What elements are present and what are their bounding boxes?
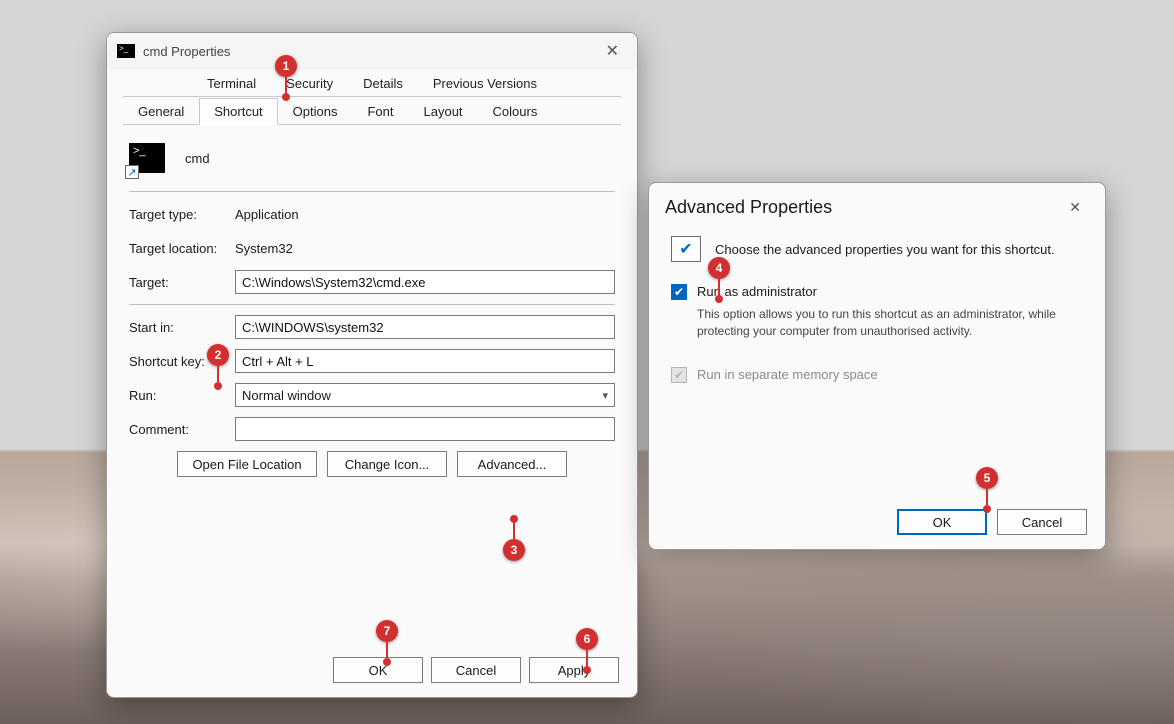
tab-general[interactable]: General — [123, 98, 199, 125]
tab-shortcut[interactable]: Shortcut — [199, 98, 277, 125]
advanced-hint-row: ✔ Choose the advanced properties you wan… — [671, 236, 1083, 262]
start-in-input[interactable] — [235, 315, 615, 339]
title-bar[interactable]: cmd Properties ✕ — [107, 33, 637, 69]
start-in-label: Start in: — [129, 320, 235, 335]
apply-button[interactable]: Apply — [529, 657, 619, 683]
separate-memory-checkbox: ✔ — [671, 367, 687, 383]
run-as-admin-option[interactable]: ✔ Run as administrator — [671, 284, 1083, 300]
cmd-icon — [117, 44, 135, 58]
advanced-properties-dialog: Advanced Properties ✕ ✔ Choose the advan… — [648, 182, 1106, 550]
advanced-title: Advanced Properties — [665, 197, 832, 218]
change-icon-button[interactable]: Change Icon... — [327, 451, 447, 477]
tabs: Terminal Security Details Previous Versi… — [123, 69, 621, 125]
annotation-marker-6: 6 — [576, 628, 598, 650]
shortcut-tab-content: ↗ cmd Target type: Application Target lo… — [107, 125, 637, 491]
target-type-value: Application — [235, 207, 299, 222]
shield-check-icon: ✔ — [671, 236, 701, 262]
annotation-marker-5: 5 — [976, 467, 998, 489]
ok-button[interactable]: OK — [333, 657, 423, 683]
shortcut-file-icon: ↗ — [129, 143, 165, 173]
tab-font[interactable]: Font — [352, 98, 408, 125]
tab-options[interactable]: Options — [278, 98, 353, 125]
tab-colours[interactable]: Colours — [478, 98, 553, 125]
run-select-value: Normal window — [242, 388, 331, 403]
separator — [129, 191, 615, 192]
annotation-marker-7: 7 — [376, 620, 398, 642]
item-name: cmd — [185, 151, 210, 166]
separator — [129, 304, 615, 305]
advanced-ok-button[interactable]: OK — [897, 509, 987, 535]
separate-memory-option: ✔ Run in separate memory space — [671, 367, 1083, 383]
shortcut-arrow-overlay-icon: ↗ — [125, 165, 139, 179]
cmd-properties-dialog: cmd Properties ✕ Terminal Security Detai… — [106, 32, 638, 698]
run-as-admin-description: This option allows you to run this short… — [697, 306, 1057, 341]
annotation-marker-3: 3 — [503, 539, 525, 561]
tab-layout[interactable]: Layout — [409, 98, 478, 125]
comment-input[interactable] — [235, 417, 615, 441]
target-location-value: System32 — [235, 241, 293, 256]
separate-memory-label: Run in separate memory space — [697, 367, 878, 382]
cancel-button[interactable]: Cancel — [431, 657, 521, 683]
target-type-label: Target type: — [129, 207, 235, 222]
run-as-admin-checkbox[interactable]: ✔ — [671, 284, 687, 300]
window-title: cmd Properties — [143, 44, 230, 59]
annotation-marker-4: 4 — [708, 257, 730, 279]
close-icon[interactable]: ✕ — [598, 37, 627, 65]
shortcut-key-input[interactable] — [235, 349, 615, 373]
advanced-hint-text: Choose the advanced properties you want … — [715, 242, 1055, 257]
target-label: Target: — [129, 275, 235, 290]
close-icon[interactable]: ✕ — [1061, 195, 1089, 220]
tab-terminal[interactable]: Terminal — [192, 70, 271, 97]
annotation-marker-1: 1 — [275, 55, 297, 77]
advanced-cancel-button[interactable]: Cancel — [997, 509, 1087, 535]
run-select[interactable]: Normal window ▾ — [235, 383, 615, 407]
annotation-marker-2: 2 — [207, 344, 229, 366]
advanced-button[interactable]: Advanced... — [457, 451, 567, 477]
tab-previous-versions[interactable]: Previous Versions — [418, 70, 552, 97]
comment-label: Comment: — [129, 422, 235, 437]
chevron-down-icon: ▾ — [602, 389, 608, 402]
target-input[interactable] — [235, 270, 615, 294]
tab-details[interactable]: Details — [348, 70, 418, 97]
target-location-label: Target location: — [129, 241, 235, 256]
open-file-location-button[interactable]: Open File Location — [177, 451, 317, 477]
